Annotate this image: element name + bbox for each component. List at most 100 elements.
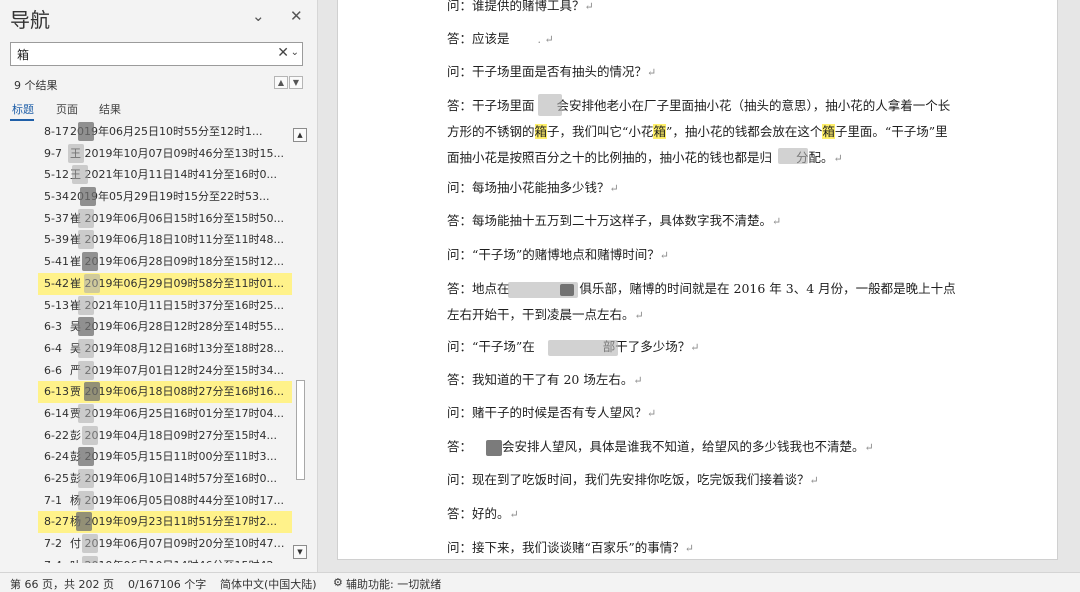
result-item[interactable]: 5-342019年05月29日19时15分至22时53... [38,186,292,208]
active-tab-indicator [10,119,34,121]
result-item[interactable]: 5-42崔 2019年06月29日09时58分至11时01... [38,272,292,295]
result-item[interactable]: 9-7 王 2019年10月07日09时46分至13时15... [38,143,292,165]
result-item[interactable]: 7-1 杨 2019年06月05日08时44分至10时17... [38,490,292,512]
accessibility-status[interactable]: 辅助功能: 一切就绪 [346,576,441,592]
result-item[interactable]: 7-4叶 2019年06月10日14时46分至15时42分... [38,555,292,563]
word-window: 导航 ⌄ ✕ 箱 ✕ ⌄ 9 个结果 ▲ ▼ 标题 页面 结果 8-172019… [0,0,1080,592]
status-bar: 第 66 页，共 202 页 0/167106 个字 简体中文(中国大陆) ⚙ … [0,572,1080,592]
scrollbar[interactable] [293,128,307,560]
result-item-id: 7-2 [44,537,62,551]
result-item[interactable]: 5-39崔 2019年06月18日10时11分至11时48... [38,229,292,251]
accessibility-icon[interactable]: ⚙ [333,576,343,589]
redaction-blur [82,252,98,272]
result-item[interactable]: 6-13贾 2019年06月18日08时27分至16时16... [38,381,292,403]
result-item[interactable]: 6-6 严 2019年07月01日12时24分至15时34... [38,360,292,382]
result-item[interactable]: 6-25彭 2019年06月10日14时57分至16时0... [38,468,292,490]
result-item[interactable]: 5-12王 2021年10月11日14时41分至16时0... [38,164,292,186]
result-item-text: 彭 2019年04月18日09时27分至15时4... [70,428,277,442]
redaction-blur [778,148,808,164]
search-value[interactable]: 箱 [17,46,29,63]
result-item-id: 5-39 [44,233,69,247]
redaction-blur [78,122,94,141]
result-item-text: 吴 2019年06月28日12时28分至14时55... [70,320,284,334]
result-item-text: 崔 2019年06月28日09时18分至15时12... [70,255,284,269]
redaction-blur [78,447,94,467]
result-item-id: 5-37 [44,211,69,225]
redaction-blur [78,338,94,358]
navigation-pane: 导航 ⌄ ✕ 箱 ✕ ⌄ 9 个结果 ▲ ▼ 标题 页面 结果 8-172019… [0,0,318,572]
result-item-id: 5-42 [44,276,69,290]
redaction-blur [78,360,94,380]
result-item[interactable]: 5-41崔 2019年06月28日09时18分至15时12... [38,251,292,273]
result-item-id: 6-6 [44,363,62,377]
result-item[interactable]: 5-13崔 2021年10月11日15时37分至16时25... [38,295,292,317]
result-item-text: 王 2019年10月07日09时46分至13时15... [70,146,284,160]
result-item-id: 5-34 [44,190,69,204]
redaction-blur [82,534,98,554]
document-page[interactable]: 问：谁提供的赌博工具？↵ 答：应该是 . ↵ 问：干子场里面是否有抽头的情况？↵… [337,0,1058,560]
result-item[interactable]: 8-27杨 2019年09月23日11时51分至17时2... [38,511,292,534]
search-match: 箱 [534,124,548,139]
search-match: 箱 [653,124,666,139]
previous-result-button[interactable]: ▲ [274,76,288,89]
tab-headings[interactable]: 标题 [12,101,34,117]
redaction-blur [548,340,618,356]
result-item-text: 杨 2019年06月05日08时44分至10时17... [70,493,284,507]
redaction-blur [78,230,94,250]
language-indicator[interactable]: 简体中文(中国大陆) [220,576,317,592]
result-item-id: 5-12 [44,168,69,182]
chevron-down-icon[interactable]: ⌄ [252,7,265,25]
result-item-id: 5-41 [44,255,69,269]
paragraph: 问：干子场里面是否有抽头的情况？↵ [447,64,657,79]
redaction-blur [560,284,574,296]
tab-pages[interactable]: 页面 [56,101,78,117]
result-item[interactable]: 6-3 吴 2019年06月28日12时28分至14时55... [38,316,292,338]
paragraph: 答：应该是 . ↵ [447,31,554,46]
result-item-text: 严 2019年07月01日12时24分至15时34... [70,363,284,377]
result-item-text: 贾 2019年06月25日16时01分至17时04... [70,406,284,420]
scroll-up-button[interactable]: ▲ [293,128,307,142]
nav-title: 导航 [10,8,50,32]
result-item-text: 崔 2019年06月29日09时58分至11时01... [70,276,284,290]
result-item[interactable]: 6-22彭 2019年04月18日09时27分至15时4... [38,425,292,447]
redaction-blur [78,469,94,488]
redaction-blur [68,143,84,163]
result-item[interactable]: 6-4 吴 2019年08月12日16时13分至18时28... [38,338,292,360]
paragraph: 答：好的。↵ [447,506,519,521]
redaction-blur [78,403,94,423]
search-input[interactable]: 箱 ✕ ⌄ [10,42,303,66]
result-item-text: 王 2021年10月11日14时41分至16时0... [70,168,277,182]
scroll-thumb[interactable] [296,380,305,480]
result-item[interactable]: 6-14贾 2019年06月25日16时01分至17时04... [38,403,292,425]
result-item-text: 吴 2019年08月12日16时13分至18时28... [70,341,284,355]
result-item[interactable]: 8-172019年06月25日10时55分至12时1... [38,121,292,143]
close-icon[interactable]: ✕ [290,7,303,25]
scroll-down-button[interactable]: ▼ [293,545,307,559]
redaction-blur [72,165,88,185]
result-item-text: 2019年05月29日19时15分至22时53... [70,190,270,204]
search-dropdown-icon[interactable]: ⌄ [291,47,299,58]
paragraph-with-matches: 答：干子场里面 会安排他老小在厂子里面抽小花（抽头的意思），抽小花的人拿着一个长方… [447,98,951,165]
result-item-text: 付 2019年06月07日09时20分至10时47分... [70,537,288,551]
result-item-text: 贾 2019年06月18日08时27分至16时16... [70,385,284,399]
next-result-button[interactable]: ▼ [289,76,303,89]
paragraph: 问：谁提供的赌博工具？↵ [447,0,594,13]
result-item[interactable]: 7-2 付 2019年06月07日09时20分至10时47分... [38,533,292,555]
redaction-blur [78,208,94,228]
result-item[interactable]: 6-24彭 2019年05月15日11时00分至11时3... [38,446,292,468]
clear-search-icon[interactable]: ✕ [277,45,289,61]
result-item[interactable]: 5-37崔 2019年06月06日15时16分至15时50... [38,208,292,230]
page-indicator[interactable]: 第 66 页，共 202 页 [10,576,114,592]
redaction-blur [84,382,100,402]
result-item-id: 6-24 [44,450,69,464]
result-item-id: 7-1 [44,493,62,507]
result-item-text: 彭 2019年05月15日11时00分至11时3... [70,450,277,464]
tab-results[interactable]: 结果 [99,101,121,117]
result-item-id: 6-3 [44,320,62,334]
paragraph: 问：“干子场”在 部干了多少场？↵ [447,339,700,354]
result-count: 9 个结果 [14,79,58,92]
paragraph: 问：“干子场”的赌博地点和赌博时间？↵ [447,247,670,262]
redaction-blur [84,273,100,293]
search-match: 箱 [822,124,835,139]
word-count[interactable]: 0/167106 个字 [128,576,206,592]
